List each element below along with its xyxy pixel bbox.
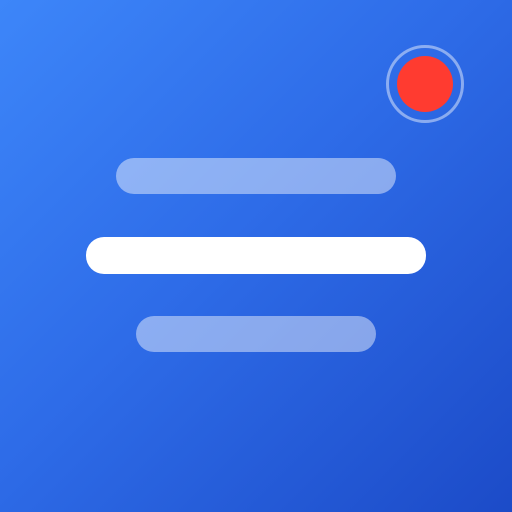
- record-dot-icon: [397, 56, 453, 112]
- app-icon: [0, 0, 512, 512]
- text-line-middle: [86, 237, 426, 274]
- text-line-top: [116, 158, 396, 194]
- text-line-bottom: [136, 316, 376, 352]
